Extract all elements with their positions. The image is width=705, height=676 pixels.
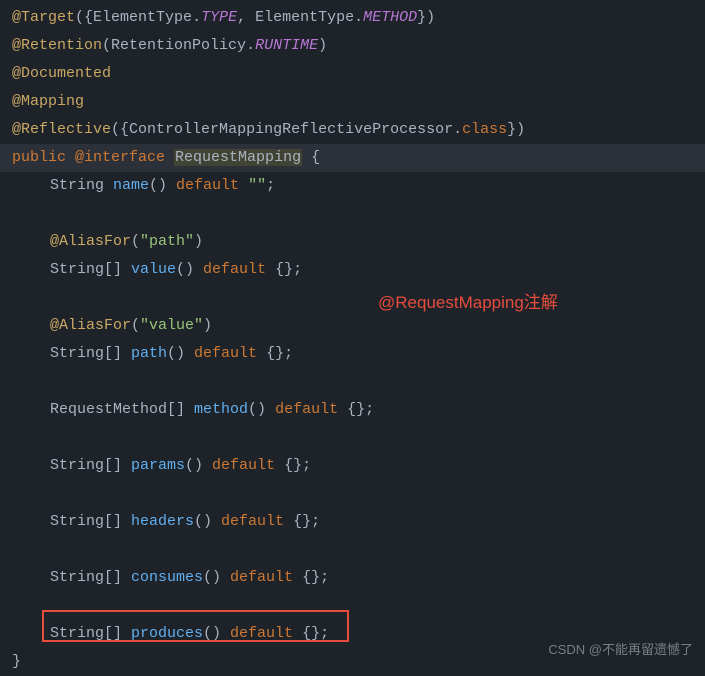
code-line-name-method: String name() default ""; [0, 172, 705, 200]
code-line-reflective: @Reflective({ControllerMappingReflective… [0, 116, 705, 144]
code-line-mapping: @Mapping [0, 88, 705, 116]
code-editor: @Target({ElementType.TYPE, ElementType.M… [0, 4, 705, 676]
code-line-declaration: public @interface RequestMapping { [0, 144, 705, 172]
code-line-blank [0, 424, 705, 452]
code-line-headers-method: String[] headers() default {}; [0, 508, 705, 536]
code-line-method-method: RequestMethod[] method() default {}; [0, 396, 705, 424]
code-line-value-method: String[] value() default {}; [0, 256, 705, 284]
annotation-label: @RequestMapping注解 [378, 289, 558, 317]
code-line-consumes-method: String[] consumes() default {}; [0, 564, 705, 592]
code-line-path-method: String[] path() default {}; [0, 340, 705, 368]
code-line-blank [0, 284, 705, 312]
code-line-retention: @Retention(RetentionPolicy.RUNTIME) [0, 32, 705, 60]
code-line-blank [0, 536, 705, 564]
code-line-blank [0, 368, 705, 396]
code-line-documented: @Documented [0, 60, 705, 88]
code-line-params-method: String[] params() default {}; [0, 452, 705, 480]
code-line-alias-value: @AliasFor("value") [0, 312, 705, 340]
watermark-text: CSDN @不能再留遗憾了 [548, 636, 693, 664]
code-line-target: @Target({ElementType.TYPE, ElementType.M… [0, 4, 705, 32]
code-line-blank [0, 200, 705, 228]
code-line-alias-path: @AliasFor("path") [0, 228, 705, 256]
interface-name-highlight: RequestMapping [174, 149, 302, 166]
highlight-box-produces [42, 610, 349, 642]
code-line-blank [0, 480, 705, 508]
